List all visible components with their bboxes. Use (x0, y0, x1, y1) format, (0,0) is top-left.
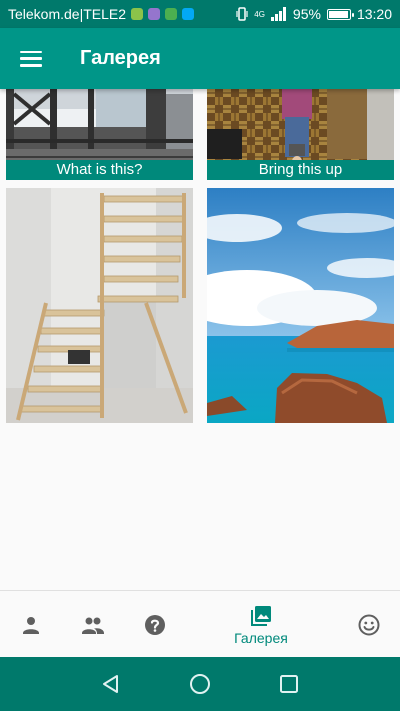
help-icon (145, 614, 165, 635)
status-right: 4G 95% 13:20 (236, 6, 392, 22)
menu-icon[interactable] (20, 50, 42, 67)
notification-chat-icon (165, 8, 178, 20)
battery-percent: 95% (292, 6, 321, 22)
gallery-item[interactable]: What is this? (6, 89, 193, 180)
home-circle-icon (190, 674, 210, 694)
gallery-item[interactable]: Bring this up (207, 89, 394, 180)
status-left: Telekom.de|TELE2 (8, 6, 195, 22)
back-triangle-icon (103, 675, 118, 693)
nav-help[interactable] (132, 591, 178, 658)
vibrate-icon (236, 7, 248, 21)
battery-icon (326, 8, 354, 20)
nav-contacts[interactable] (70, 591, 116, 658)
signal-icon (270, 7, 286, 21)
notification-app-icon (131, 8, 144, 20)
bottom-navigation: Галерея (0, 590, 400, 657)
nav-gallery[interactable]: Галерея (221, 591, 301, 658)
nav-profile[interactable] (8, 591, 54, 658)
back-button[interactable] (100, 673, 122, 700)
smiley-icon (358, 614, 380, 635)
gallery-item[interactable] (207, 188, 394, 423)
network-type: 4G (254, 9, 265, 19)
page-title: Галерея (80, 47, 161, 69)
photo-sea-rocks (207, 188, 394, 423)
battery-level (328, 10, 348, 18)
recents-square-icon (280, 675, 298, 693)
status-bar: Telekom.de|TELE2 4G 95% 13:20 (0, 0, 400, 28)
group-icon (82, 617, 104, 634)
system-navigation-bar (0, 657, 400, 711)
photo-wooden-staircase (6, 188, 193, 423)
nav-emoji[interactable] (346, 591, 392, 658)
notification-gallery-icon (148, 8, 161, 20)
person-icon (23, 616, 39, 634)
clock: 13:20 (356, 6, 392, 22)
recents-button[interactable] (278, 673, 300, 700)
bluetooth-icon (182, 8, 195, 20)
nav-gallery-label: Галерея (234, 629, 288, 646)
app-bar: Галерея (0, 28, 400, 89)
carrier-text: Telekom.de|TELE2 (8, 6, 127, 22)
gallery-icon (251, 605, 271, 626)
gallery-item[interactable] (6, 188, 193, 423)
photo-caption: Bring this up (207, 160, 394, 180)
home-button[interactable] (189, 673, 211, 700)
photo-caption: What is this? (6, 160, 193, 180)
